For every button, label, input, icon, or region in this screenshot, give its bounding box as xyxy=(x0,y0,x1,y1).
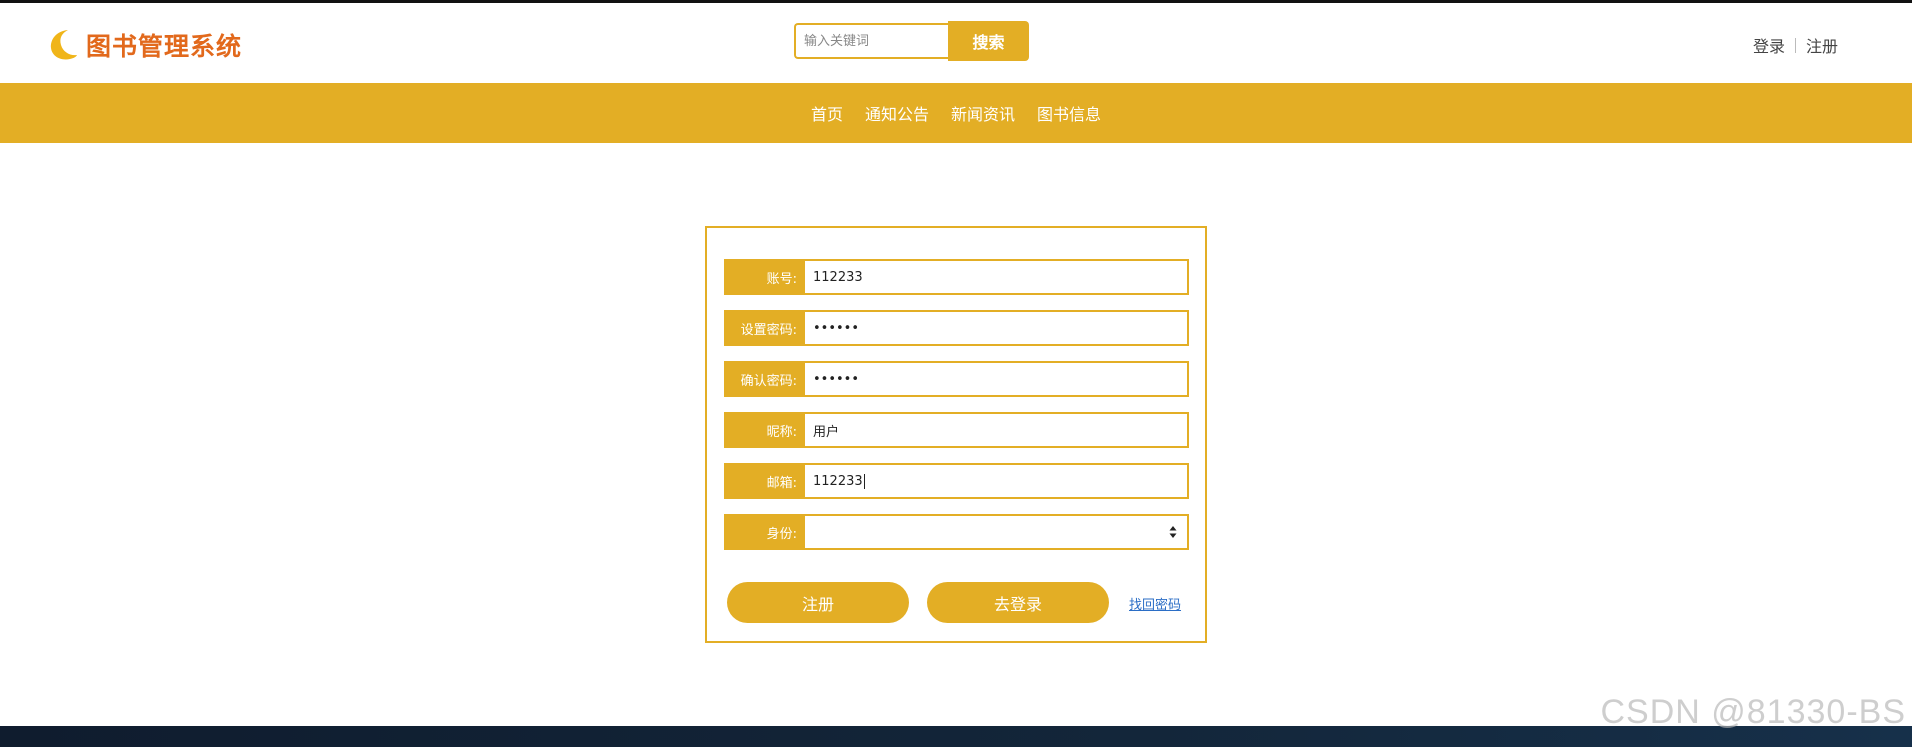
logo-text: 图书管理系统 xyxy=(86,32,243,61)
confirm-password-label: 确认密码: xyxy=(724,361,805,397)
find-password-link[interactable]: 找回密码 xyxy=(1129,594,1181,613)
register-form: 账号: 112233 设置密码: •••••• 确认密码: •••••• 昵称:… xyxy=(705,226,1207,643)
watermark: CSDN @81330-BS xyxy=(1600,693,1906,731)
confirm-password-row: 确认密码: •••••• xyxy=(724,361,1189,397)
logo[interactable]: 图书管理系统 xyxy=(48,27,242,63)
nickname-row: 昵称: 用户 xyxy=(724,412,1189,448)
auth-links: 登录 注册 xyxy=(1753,33,1838,57)
register-link[interactable]: 注册 xyxy=(1806,33,1838,57)
text-caret xyxy=(863,473,865,489)
confirm-password-value: •••••• xyxy=(813,371,860,387)
register-button[interactable]: 注册 xyxy=(727,582,909,623)
password-value: •••••• xyxy=(813,320,860,336)
nav-item-news[interactable]: 新闻资讯 xyxy=(951,101,1015,125)
identity-row: 身份: xyxy=(724,514,1189,550)
login-link[interactable]: 登录 xyxy=(1753,33,1785,57)
account-row: 账号: 112233 xyxy=(724,259,1189,295)
identity-select[interactable] xyxy=(805,514,1189,550)
search-button[interactable]: 搜索 xyxy=(948,21,1029,61)
email-row: 邮箱: 112233 xyxy=(724,463,1189,499)
email-input[interactable]: 112233 xyxy=(805,463,1189,499)
go-login-button[interactable]: 去登录 xyxy=(927,582,1109,623)
nickname-value: 用户 xyxy=(813,424,840,440)
nickname-label: 昵称: xyxy=(724,412,805,448)
confirm-password-input[interactable]: •••••• xyxy=(805,361,1189,397)
email-value: 112233 xyxy=(813,473,863,489)
header: 图书管理系统 搜索 登录 注册 xyxy=(0,3,1912,83)
account-label: 账号: xyxy=(724,259,805,295)
password-row: 设置密码: •••••• xyxy=(724,310,1189,346)
account-value: 112233 xyxy=(813,269,863,285)
moon-icon xyxy=(50,30,77,60)
main-nav: 首页 通知公告 新闻资讯 图书信息 xyxy=(0,83,1912,143)
select-arrows-icon xyxy=(1169,526,1177,538)
nav-item-books[interactable]: 图书信息 xyxy=(1037,101,1101,125)
auth-divider xyxy=(1794,37,1796,53)
nav-item-notices[interactable]: 通知公告 xyxy=(865,101,929,125)
search-input[interactable] xyxy=(794,23,948,59)
account-input[interactable]: 112233 xyxy=(805,259,1189,295)
email-label: 邮箱: xyxy=(724,463,805,499)
identity-label: 身份: xyxy=(724,514,805,550)
nav-item-home[interactable]: 首页 xyxy=(811,101,843,125)
password-label: 设置密码: xyxy=(724,310,805,346)
nickname-input[interactable]: 用户 xyxy=(805,412,1189,448)
search-bar: 搜索 xyxy=(794,21,1029,61)
password-input[interactable]: •••••• xyxy=(805,310,1189,346)
